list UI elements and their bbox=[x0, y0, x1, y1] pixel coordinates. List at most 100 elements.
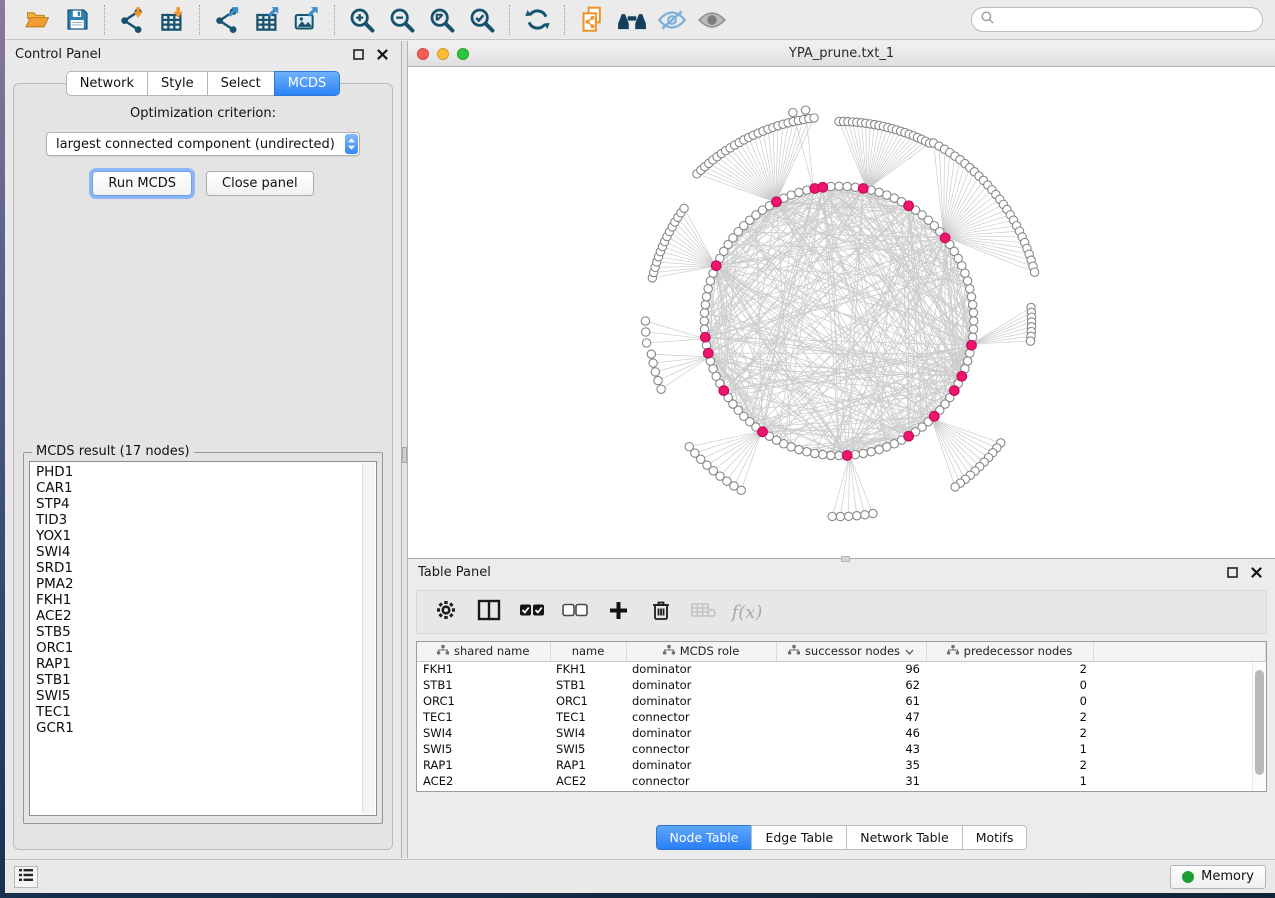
cell-predecessor-nodes[interactable]: 2 bbox=[926, 757, 1093, 773]
mcds-result-item[interactable]: TEC1 bbox=[36, 704, 360, 720]
cell-name[interactable]: TEC1 bbox=[550, 709, 626, 725]
mcds-result-scrollbar[interactable] bbox=[362, 463, 375, 814]
column-header-MCDS-role[interactable]: MCDS role bbox=[626, 642, 776, 661]
table-scrollbar[interactable] bbox=[1252, 662, 1265, 790]
close-table-panel-icon[interactable] bbox=[1247, 563, 1265, 581]
float-table-panel-icon[interactable] bbox=[1223, 563, 1241, 581]
criterion-select[interactable]: largest connected component (undirected) bbox=[46, 132, 360, 156]
duplicate-network-button[interactable] bbox=[572, 3, 612, 37]
cell-name[interactable]: SWI5 bbox=[550, 741, 626, 757]
cell-predecessor-nodes[interactable]: 2 bbox=[926, 725, 1093, 741]
cell-shared-name[interactable]: YOX1 bbox=[417, 789, 550, 792]
cell-successor-nodes[interactable]: 47 bbox=[776, 709, 926, 725]
memory-button[interactable]: Memory bbox=[1170, 865, 1266, 889]
cell-MCDS-role[interactable]: connector bbox=[626, 741, 776, 757]
cell-name[interactable]: STB1 bbox=[550, 677, 626, 693]
export-network-button[interactable] bbox=[207, 3, 247, 37]
cell-successor-nodes[interactable]: 35 bbox=[776, 757, 926, 773]
tab-motifs[interactable]: Motifs bbox=[962, 825, 1028, 850]
mcds-result-item[interactable]: SWI4 bbox=[36, 544, 360, 560]
mcds-result-list[interactable]: PHD1CAR1STP4TID3YOX1SWI4SRD1PMA2FKH1ACE2… bbox=[29, 461, 377, 816]
save-session-button[interactable] bbox=[57, 3, 97, 37]
table-row[interactable]: RAP1RAP1dominator352 bbox=[417, 757, 1266, 773]
cell-successor-nodes[interactable]: 31 bbox=[776, 773, 926, 789]
cell-name[interactable]: RAP1 bbox=[550, 757, 626, 773]
search-input[interactable] bbox=[1000, 13, 1253, 27]
refresh-button[interactable] bbox=[517, 3, 557, 37]
zoom-fit-button[interactable] bbox=[422, 3, 462, 37]
zoom-out-button[interactable] bbox=[382, 3, 422, 37]
table-row[interactable]: ORC1ORC1dominator610 bbox=[417, 693, 1266, 709]
add-column-button[interactable] bbox=[601, 595, 635, 629]
cell-MCDS-role[interactable]: dominator bbox=[626, 661, 776, 677]
mcds-result-item[interactable]: STB5 bbox=[36, 624, 360, 640]
mcds-result-item[interactable]: ACE2 bbox=[36, 608, 360, 624]
cell-MCDS-role[interactable]: dominator bbox=[626, 693, 776, 709]
zoom-selected-button[interactable] bbox=[462, 3, 502, 37]
cell-name[interactable]: ACE2 bbox=[550, 773, 626, 789]
cell-MCDS-role[interactable]: connector bbox=[626, 789, 776, 792]
cell-name[interactable]: FKH1 bbox=[550, 661, 626, 677]
show-panels-button[interactable] bbox=[14, 866, 38, 888]
mcds-result-item[interactable]: SWI5 bbox=[36, 688, 360, 704]
float-window-icon[interactable] bbox=[349, 45, 367, 63]
cell-successor-nodes[interactable]: 62 bbox=[776, 677, 926, 693]
mcds-result-item[interactable]: RAP1 bbox=[36, 656, 360, 672]
network-graph[interactable] bbox=[408, 67, 1275, 558]
tab-mcds[interactable]: MCDS bbox=[274, 71, 341, 96]
cell-MCDS-role[interactable]: connector bbox=[626, 709, 776, 725]
cell-shared-name[interactable]: ACE2 bbox=[417, 773, 550, 789]
cell-successor-nodes[interactable]: 46 bbox=[776, 725, 926, 741]
mcds-result-item[interactable]: GCR1 bbox=[36, 720, 360, 736]
cell-predecessor-nodes[interactable]: 2 bbox=[926, 661, 1093, 677]
column-header-name[interactable]: name bbox=[550, 642, 626, 661]
mcds-result-item[interactable]: SRD1 bbox=[36, 560, 360, 576]
cell-shared-name[interactable]: SWI4 bbox=[417, 725, 550, 741]
deselect-all-rows-button[interactable] bbox=[558, 595, 592, 629]
table-row[interactable]: TEC1TEC1connector472 bbox=[417, 709, 1266, 725]
run-mcds-button[interactable]: Run MCDS bbox=[92, 171, 192, 196]
mcds-result-item[interactable]: FKH1 bbox=[36, 592, 360, 608]
cell-MCDS-role[interactable]: connector bbox=[626, 773, 776, 789]
cell-name[interactable]: ORC1 bbox=[550, 693, 626, 709]
cell-successor-nodes[interactable]: 96 bbox=[776, 661, 926, 677]
tab-edge-table[interactable]: Edge Table bbox=[751, 825, 847, 850]
mcds-result-item[interactable]: STB1 bbox=[36, 672, 360, 688]
network-window-titlebar[interactable]: YPA_prune.txt_1 bbox=[408, 41, 1275, 67]
close-panel-icon[interactable] bbox=[373, 45, 391, 63]
table-row[interactable]: SWI4SWI4dominator462 bbox=[417, 725, 1266, 741]
cell-MCDS-role[interactable]: dominator bbox=[626, 725, 776, 741]
cell-successor-nodes[interactable]: 43 bbox=[776, 741, 926, 757]
cell-predecessor-nodes[interactable]: 2 bbox=[926, 709, 1093, 725]
cell-predecessor-nodes[interactable]: 0 bbox=[926, 693, 1093, 709]
mcds-result-item[interactable]: STP4 bbox=[36, 496, 360, 512]
cell-predecessor-nodes[interactable]: 1 bbox=[926, 773, 1093, 789]
cell-shared-name[interactable]: TEC1 bbox=[417, 709, 550, 725]
tab-network[interactable]: Network bbox=[66, 71, 148, 96]
show-all-button[interactable] bbox=[692, 3, 732, 37]
cell-predecessor-nodes[interactable]: 1 bbox=[926, 741, 1093, 757]
cell-shared-name[interactable]: ORC1 bbox=[417, 693, 550, 709]
tab-network-table[interactable]: Network Table bbox=[846, 825, 963, 850]
mcds-result-item[interactable]: CAR1 bbox=[36, 480, 360, 496]
tab-node-table[interactable]: Node Table bbox=[656, 825, 753, 850]
column-header-shared-name[interactable]: shared name bbox=[417, 642, 550, 661]
column-header-successor-nodes[interactable]: successor nodes bbox=[776, 642, 926, 661]
cell-successor-nodes[interactable]: 61 bbox=[776, 693, 926, 709]
search-field[interactable] bbox=[971, 7, 1263, 32]
table-row[interactable]: STB1STB1dominator620 bbox=[417, 677, 1266, 693]
zoom-in-button[interactable] bbox=[342, 3, 382, 37]
mcds-result-item[interactable]: ORC1 bbox=[36, 640, 360, 656]
export-image-button[interactable] bbox=[287, 3, 327, 37]
column-panel-button[interactable] bbox=[472, 595, 506, 629]
table-row[interactable]: ACE2ACE2connector311 bbox=[417, 773, 1266, 789]
cell-MCDS-role[interactable]: dominator bbox=[626, 677, 776, 693]
import-table-button[interactable] bbox=[152, 3, 192, 37]
delete-column-button[interactable] bbox=[644, 595, 678, 629]
table-row[interactable]: YOX1YOX1connector291 bbox=[417, 789, 1266, 792]
cell-successor-nodes[interactable]: 29 bbox=[776, 789, 926, 792]
import-network-button[interactable] bbox=[112, 3, 152, 37]
mcds-result-item[interactable]: TID3 bbox=[36, 512, 360, 528]
export-table-button[interactable] bbox=[247, 3, 287, 37]
cell-predecessor-nodes[interactable]: 1 bbox=[926, 789, 1093, 792]
